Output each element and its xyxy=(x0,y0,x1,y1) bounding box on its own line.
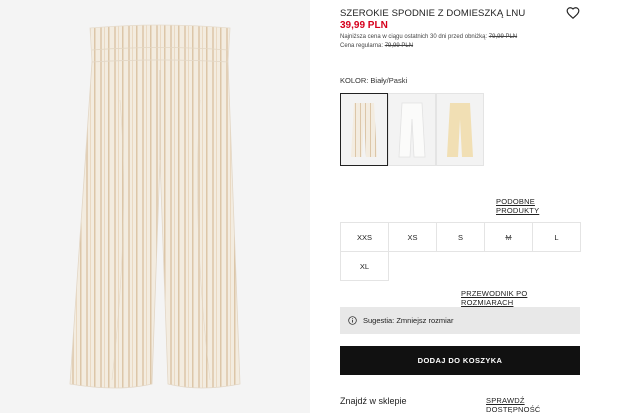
size-guide-link[interactable]: PRZEWODNIK PO ROZMIARACH xyxy=(461,289,580,307)
size-label: M xyxy=(505,232,512,242)
swatch-pants-image xyxy=(398,102,426,157)
size-label: XS xyxy=(407,232,418,242)
size-label: L xyxy=(554,232,559,242)
size-option-xs[interactable]: XS xyxy=(388,222,437,252)
regular-price-note: Cena regularna: 79,99 PLN xyxy=(340,43,413,49)
product-price: 39,99 PLN xyxy=(340,20,388,31)
find-in-store-label: Znajdź w sklepie xyxy=(340,396,407,406)
regular-price-label: Cena regularna: xyxy=(340,43,385,49)
product-title: SZEROKIE SPODNIE Z DOMIESZKĄ LNU xyxy=(340,8,526,19)
lowest-price-value: 79,99 PLN xyxy=(488,34,518,40)
size-selector: XXS XS S M L XL xyxy=(340,222,581,281)
notice-text: Sugestia: Zmniejsz rozmiar xyxy=(363,316,454,325)
size-option-s[interactable]: S xyxy=(436,222,485,252)
product-details: SZEROKIE SPODNIE Z DOMIESZKĄ LNU 39,99 P… xyxy=(340,0,581,413)
swatch-pants-image xyxy=(447,102,473,157)
size-label: XXS xyxy=(356,232,372,242)
size-option-xxs[interactable]: XXS xyxy=(340,222,389,252)
size-option-m[interactable]: M xyxy=(484,222,533,252)
pants-image xyxy=(69,24,241,389)
lowest-price-label: Najniższa cena w ciągu ostatnich 30 dni … xyxy=(340,34,489,40)
color-swatch-white[interactable] xyxy=(388,93,436,166)
size-option-xl[interactable]: XL xyxy=(340,251,389,281)
swatch-pants-image xyxy=(351,102,377,157)
product-image[interactable] xyxy=(0,0,310,413)
color-swatch-white-striped[interactable] xyxy=(340,93,388,166)
color-swatches xyxy=(340,93,484,166)
info-icon xyxy=(348,316,357,325)
size-label: XL xyxy=(359,261,370,271)
size-option-l[interactable]: L xyxy=(532,222,581,252)
lowest-price-note: Najniższa cena w ciągu ostatnich 30 dni … xyxy=(340,34,517,40)
regular-price-value: 79,99 PLN xyxy=(384,43,414,49)
add-to-cart-button[interactable]: DODAJ DO KOSZYKA xyxy=(340,346,580,375)
check-availability-link[interactable]: SPRAWDŹ DOSTĘPNOŚĆ xyxy=(486,396,580,413)
similar-products-link[interactable]: PODOBNE PRODUKTY xyxy=(496,197,580,215)
color-label: KOLOR: Biały/Paski xyxy=(340,76,408,85)
heart-icon[interactable] xyxy=(566,6,580,20)
size-suggestion-notice: Sugestia: Zmniejsz rozmiar xyxy=(340,307,580,334)
size-label: S xyxy=(457,232,463,242)
color-swatch-yellow[interactable] xyxy=(436,93,484,166)
